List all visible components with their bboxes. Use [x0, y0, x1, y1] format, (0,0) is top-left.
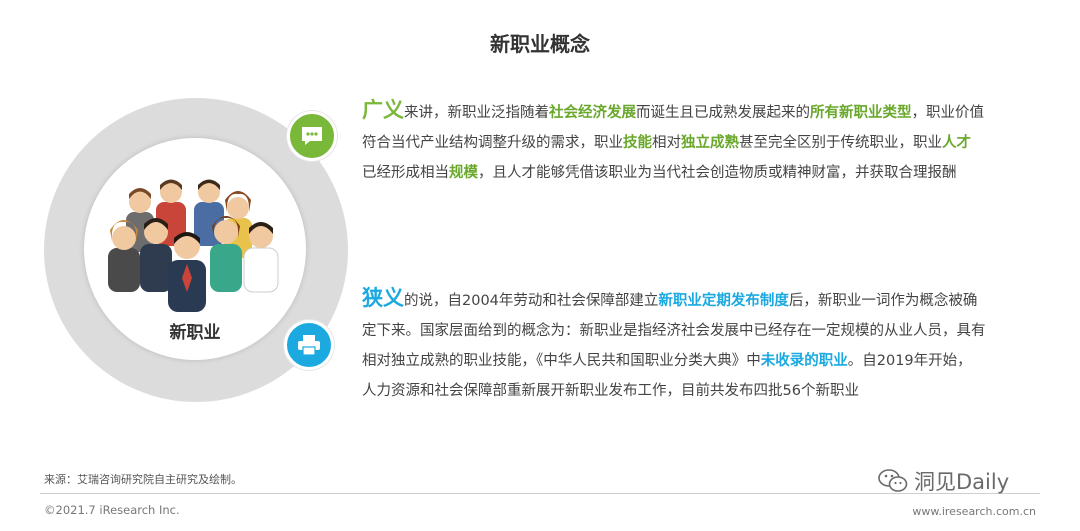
highlight: 人才	[942, 135, 971, 151]
website-link[interactable]: www.iresearch.com.cn	[912, 505, 1036, 518]
chat-badge	[287, 111, 337, 161]
circle-label: 新职业	[169, 323, 221, 343]
text: 。自2019年开始，	[847, 353, 972, 369]
narrow-heading: 狭义	[362, 286, 404, 310]
text: 人力资源和社会保障部重新展开新职业发布工作，目前共发布四批56个新职业	[362, 383, 859, 399]
highlight: 社会经济发展	[549, 105, 636, 121]
text: 定下来。国家层面给到的概念为：新职业是指经济社会发展中已经存在一定规模的从业人员…	[362, 323, 986, 339]
narrow-definition: 狭义的说，自2004年劳动和社会保障部建立新职业定期发布制度后，新职业一词作为概…	[362, 283, 1042, 406]
highlight: 新职业定期发布制度	[658, 293, 789, 309]
broad-line-3: 已经形成相当规模，且人才能够凭借该职业为当代社会创造物质或精神财富，并获取合理报…	[362, 158, 1042, 188]
narrow-line-2: 定下来。国家层面给到的概念为：新职业是指经济社会发展中已经存在一定规模的从业人员…	[362, 316, 1042, 346]
print-badge	[284, 320, 334, 370]
text: 后，新职业一词作为概念被确	[788, 293, 978, 309]
broad-heading: 广义	[362, 98, 404, 122]
text: ，且人才能够凭借该职业为当代社会创造物质或精神财富，并获取合理报酬	[478, 165, 957, 181]
chat-bubble-icon	[302, 127, 322, 145]
highlight: 技能	[623, 135, 652, 151]
watermark-text: 洞见Daily	[914, 470, 1010, 494]
broad-line-1: 广义来讲，新职业泛指随着社会经济发展而诞生且已成熟发展起来的所有新职业类型，职业…	[362, 95, 1042, 128]
broad-definition: 广义来讲，新职业泛指随着社会经济发展而诞生且已成熟发展起来的所有新职业类型，职业…	[362, 95, 1042, 188]
broad-line-2: 符合当代产业结构调整升级的需求，职业技能相对独立成熟甚至完全区别于传统职业，职业…	[362, 128, 1042, 158]
printer-icon	[298, 335, 320, 356]
text: 符合当代产业结构调整升级的需求，职业	[362, 135, 623, 151]
text: ，职业价值	[911, 105, 985, 121]
text: 的说，自2004年劳动和社会保障部建立	[404, 293, 659, 309]
watermark: 洞见Daily	[878, 466, 1009, 496]
text: 而诞生且已成熟发展起来的	[636, 105, 810, 121]
text: 相对独立成熟的职业技能，《中华人民共和国职业分类大典》中	[362, 353, 761, 369]
text: 相对	[652, 135, 681, 151]
text: 来讲，新职业泛指随着	[404, 105, 549, 121]
highlight: 所有新职业类型	[810, 105, 912, 121]
wechat-icon	[878, 469, 908, 492]
text: 已经形成相当	[362, 165, 449, 181]
narrow-line-3: 相对独立成熟的职业技能，《中华人民共和国职业分类大典》中未收录的职业。自2019…	[362, 346, 1042, 376]
highlight: 未收录的职业	[760, 353, 848, 369]
copyright: ©2021.7 iResearch Inc.	[44, 503, 180, 517]
narrow-line-1: 狭义的说，自2004年劳动和社会保障部建立新职业定期发布制度后，新职业一词作为概…	[362, 283, 1042, 316]
highlight: 规模	[449, 165, 478, 181]
narrow-line-4: 人力资源和社会保障部重新展开新职业发布工作，目前共发布四批56个新职业	[362, 376, 1042, 406]
text: 甚至完全区别于传统职业，职业	[739, 135, 942, 151]
highlight: 独立成熟	[681, 135, 739, 151]
page-title: 新职业概念	[490, 32, 590, 56]
source-note: 来源：艾瑞咨询研究院自主研究及绘制。	[44, 473, 242, 486]
people-group-icon	[108, 179, 279, 312]
